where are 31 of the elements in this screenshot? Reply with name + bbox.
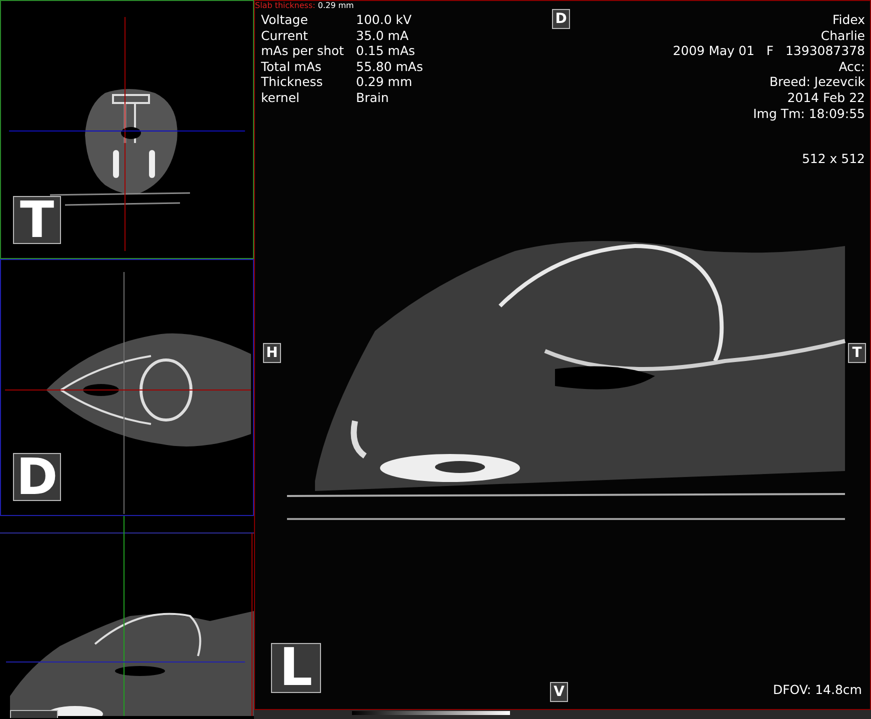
view-label: T <box>13 196 61 244</box>
patient-info-text: Charlie <box>820 28 865 44</box>
parameter-label: Current <box>261 28 309 44</box>
window-level-bar[interactable] <box>254 710 871 719</box>
parameter-label: Voltage <box>261 12 309 28</box>
orientation-marker: T <box>848 343 866 363</box>
dfov-text: DFOV: 14.8cm <box>772 682 862 697</box>
patient-info-text: 2014 Feb 22 <box>787 90 865 106</box>
parameter-value: 0.15 mAs <box>356 43 416 59</box>
orientation-marker: D <box>552 9 570 29</box>
patient-info-text: Fidex <box>832 12 865 28</box>
parameter-value: 35.0 mA <box>356 28 410 44</box>
parameter-value: Brain <box>356 90 390 106</box>
parameter-label: mAs per shot <box>261 43 345 59</box>
parameter-value: 100.0 kV <box>356 12 413 28</box>
slab-thickness-label: Slab thickness: <box>255 1 316 10</box>
view-label: L <box>271 643 321 693</box>
patient-info-text: Acc: <box>838 58 865 74</box>
parameter-value: 0.29 mm <box>356 74 414 90</box>
parameter-value: 55.80 mAs <box>356 58 423 74</box>
patient-info-text: 2009 May 01 F 1393087378 <box>672 43 865 59</box>
orientation-marker: H <box>263 343 281 363</box>
matrix-size: 512 x 512 <box>802 151 865 166</box>
view-label: D <box>13 453 61 501</box>
parameter-label: kernel <box>261 90 300 106</box>
slab-thickness-value: 0.29 mm <box>318 1 354 10</box>
patient-info-text: Breed: Jezevcik <box>769 74 865 90</box>
patient-info-text: Img Tm: 18:09:55 <box>753 106 865 122</box>
parameter-label: Thickness <box>261 74 324 90</box>
orientation-marker: V <box>550 682 568 702</box>
parameter-label: Total mAs <box>261 58 322 74</box>
